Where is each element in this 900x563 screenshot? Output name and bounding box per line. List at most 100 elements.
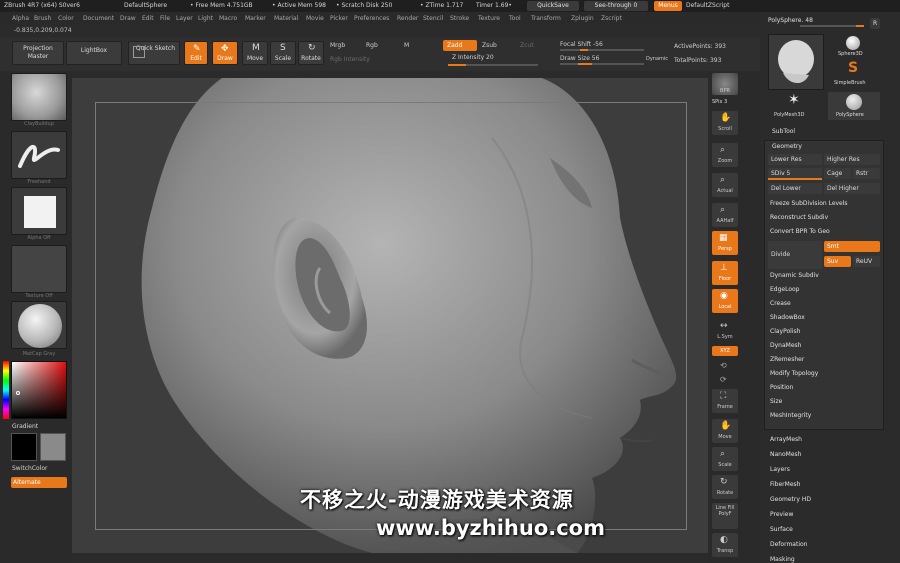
menu-texture[interactable]: Texture	[478, 13, 500, 25]
suv-toggle[interactable]: Suv	[824, 256, 851, 267]
edgeloop-item[interactable]: EdgeLoop	[766, 284, 886, 296]
dynamesh-item[interactable]: DynaMesh	[766, 340, 886, 352]
shadowbox-item[interactable]: ShadowBox	[766, 312, 886, 324]
menu-brush[interactable]: Brush	[34, 13, 51, 25]
tool-thumb-simplebrush[interactable]: S SimpleBrush	[828, 60, 880, 88]
freeze-subdivision-button[interactable]: Freeze SubDivision Levels	[766, 198, 886, 210]
divide-button[interactable]: Divide	[768, 241, 822, 269]
layers-item[interactable]: Layers	[766, 464, 886, 476]
del-higher-button[interactable]: Del Higher	[824, 183, 880, 194]
preview-item[interactable]: Preview	[766, 509, 886, 521]
alternate-button[interactable]: Alternate	[11, 477, 67, 488]
brush-thumbnail[interactable]	[11, 73, 67, 121]
tool-thumb-polymesh3d[interactable]: ✶ PolyMesh3D	[768, 92, 824, 120]
tool-slider-track[interactable]	[800, 25, 864, 27]
tool-thumb-sphere3d[interactable]: Sphere3D	[828, 34, 880, 58]
menu-zscript[interactable]: Zscript	[601, 13, 622, 25]
quicksave-button[interactable]: QuickSave	[527, 1, 579, 11]
menu-render[interactable]: Render	[397, 13, 418, 25]
switchcolor-button[interactable]: SwitchColor	[12, 465, 48, 472]
see-through-slider[interactable]: See-through 0	[584, 1, 648, 11]
menu-file[interactable]: File	[160, 13, 170, 25]
focal-shift-track[interactable]	[560, 49, 644, 51]
menu-stencil[interactable]: Stencil	[423, 13, 443, 25]
rstr-button[interactable]: Rstr	[853, 168, 880, 179]
menu-transform[interactable]: Transform	[531, 13, 561, 25]
menus-button[interactable]: Menus	[654, 1, 682, 11]
gradient-label[interactable]: Gradient	[12, 423, 38, 430]
color-picker-handle[interactable]	[16, 391, 20, 395]
hue-strip[interactable]	[3, 361, 9, 419]
fibermesh-item[interactable]: FiberMesh	[766, 479, 886, 491]
nanomesh-item[interactable]: NanoMesh	[766, 449, 886, 461]
menu-macro[interactable]: Macro	[219, 13, 237, 25]
lsym-button[interactable]: ↔ L.Sym	[712, 319, 738, 343]
persp-button[interactable]: ▦ Persp	[712, 231, 738, 255]
masking-item[interactable]: Masking	[766, 554, 886, 563]
menu-light[interactable]: Light	[198, 13, 213, 25]
higher-res-button[interactable]: Higher Res	[824, 154, 880, 165]
scale-view-button[interactable]: ⌕ Scale	[712, 447, 738, 471]
z-intensity-slider[interactable]: Z Intensity 20	[452, 54, 494, 61]
polyf-button[interactable]: Line Fill PolyF	[712, 503, 738, 529]
menu-alpha[interactable]: Alpha	[12, 13, 29, 25]
geometry-hd-item[interactable]: Geometry HD	[766, 494, 886, 506]
lightbox-button[interactable]: LightBox	[66, 41, 122, 65]
dynamic-toggle[interactable]: Dynamic	[646, 56, 668, 62]
material-thumbnail[interactable]	[11, 301, 67, 349]
zsub-toggle[interactable]: Zsub	[482, 42, 497, 49]
geometry-header[interactable]: Geometry	[772, 143, 802, 150]
draw-size-slider[interactable]: Draw Size 56	[560, 55, 599, 62]
cage-button[interactable]: Cage	[824, 168, 851, 179]
actual-button[interactable]: ⌕ Actual	[712, 173, 738, 197]
menu-color[interactable]: Color	[58, 13, 74, 25]
crease-item[interactable]: Crease	[766, 298, 886, 310]
spix-slider[interactable]: SPix 3	[712, 99, 738, 107]
bpr-button[interactable]: BPR	[712, 73, 738, 95]
lower-res-button[interactable]: Lower Res	[768, 154, 822, 165]
scroll-button[interactable]: ✋ Scroll	[712, 111, 738, 135]
r-button[interactable]: R	[870, 18, 880, 29]
draw-size-track[interactable]	[560, 63, 644, 65]
tool-thumb-main[interactable]	[768, 34, 824, 90]
menu-tool[interactable]: Tool	[509, 13, 521, 25]
position-item[interactable]: Position	[766, 382, 886, 394]
edit-button[interactable]: ✎ Edit	[184, 41, 208, 65]
surface-item[interactable]: Surface	[766, 524, 886, 536]
menu-draw[interactable]: Draw	[120, 13, 136, 25]
rotate-view-button[interactable]: ↻ Rotate	[712, 475, 738, 499]
zcut-toggle[interactable]: Zcut	[520, 42, 534, 49]
deformation-item[interactable]: Deformation	[766, 539, 886, 551]
menu-layer[interactable]: Layer	[176, 13, 193, 25]
menu-edit[interactable]: Edit	[142, 13, 154, 25]
xyz-button[interactable]: XYZ	[712, 346, 738, 356]
claypolish-item[interactable]: ClayPolish	[766, 326, 886, 338]
move-view-button[interactable]: ✋ Move	[712, 419, 738, 443]
reuv-toggle[interactable]: ReUV	[853, 256, 880, 267]
quick-sketch-button[interactable]: Quick Sketch	[128, 41, 180, 65]
menu-material[interactable]: Material	[274, 13, 298, 25]
smt-toggle[interactable]: Smt	[824, 241, 880, 252]
arraymesh-item[interactable]: ArrayMesh	[766, 434, 886, 446]
menu-stroke[interactable]: Stroke	[450, 13, 469, 25]
zremesher-item[interactable]: ZRemesher	[766, 354, 886, 366]
meshintegrity-item[interactable]: MeshIntegrity	[766, 410, 886, 422]
menu-marker[interactable]: Marker	[245, 13, 266, 25]
menu-movie[interactable]: Movie	[306, 13, 324, 25]
menu-picker[interactable]: Picker	[330, 13, 348, 25]
floor-button[interactable]: ⊥ Floor	[712, 261, 738, 285]
local-button[interactable]: ◉ Local	[712, 289, 738, 313]
rotate-z-icon[interactable]: ⟳	[720, 375, 727, 384]
subtool-header[interactable]: SubTool	[772, 128, 795, 135]
del-lower-button[interactable]: Del Lower	[768, 183, 822, 194]
frame-button[interactable]: ⛶ Frame	[712, 389, 738, 413]
rgb-intensity-slider[interactable]: Rgb Intensity	[330, 56, 370, 63]
transp-button[interactable]: ◐ Transp	[712, 533, 738, 557]
modify-topology-item[interactable]: Modify Topology	[766, 368, 886, 380]
alpha-thumbnail[interactable]	[11, 187, 67, 235]
main-color-swatch[interactable]	[11, 433, 37, 461]
rgb-toggle[interactable]: Rgb	[366, 42, 378, 49]
zoom-button[interactable]: ⌕ Zoom	[712, 143, 738, 167]
menu-document[interactable]: Document	[83, 13, 114, 25]
menu-zplugin[interactable]: Zplugin	[571, 13, 594, 25]
